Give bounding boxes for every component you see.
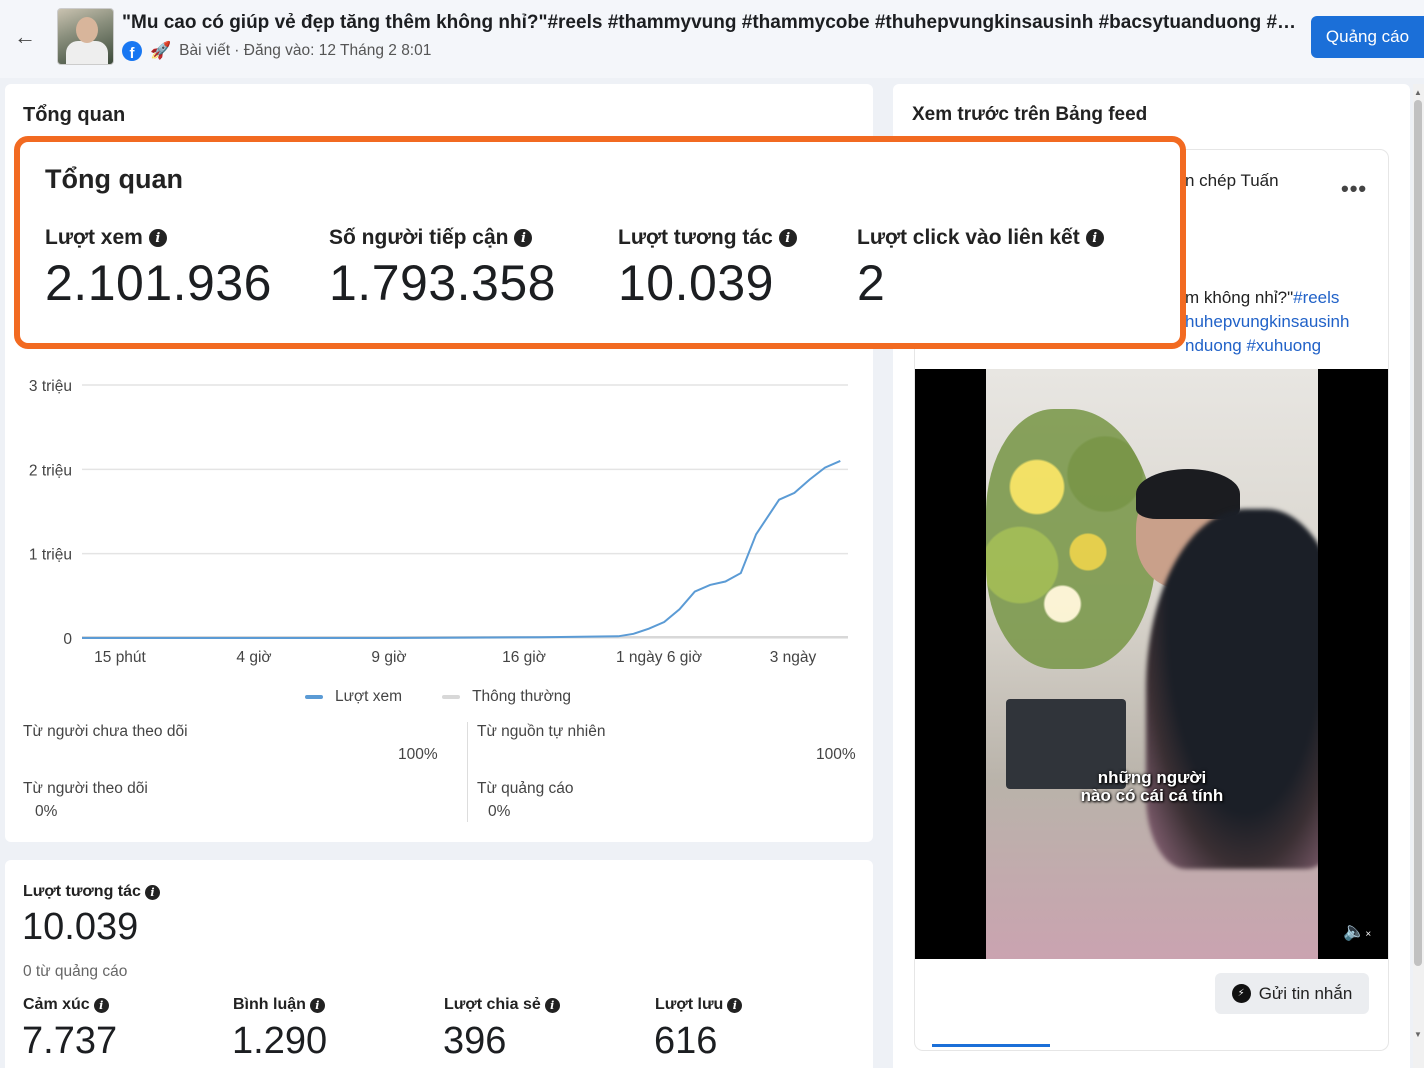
shares-label-text: Lượt chia sẻ xyxy=(444,996,541,1013)
engagement-title: Lượt tương tác i xyxy=(23,883,160,901)
caption-text: m không nhỉ?" xyxy=(1185,288,1294,307)
ads-label: Từ quảng cáo xyxy=(477,780,574,797)
video-frame: những người nào có cái cá tính xyxy=(986,369,1318,959)
legend-typical[interactable]: Thông thường xyxy=(442,688,571,706)
chart-legend: Lượt xem Thông thường xyxy=(305,688,571,706)
scroll-thumb[interactable] xyxy=(1414,100,1422,966)
metric-views-value: 2.101.936 xyxy=(45,255,272,311)
info-icon[interactable]: i xyxy=(148,229,167,247)
comments-label-text: Bình luận xyxy=(233,996,306,1013)
metric-link-clicks: Lượt click vào liên kết i 2 xyxy=(857,226,1104,312)
info-icon[interactable]: i xyxy=(93,997,109,1013)
x-tick-label: 16 giờ xyxy=(502,649,546,666)
organic-label: Từ nguồn tự nhiên xyxy=(477,723,606,740)
info-icon[interactable]: i xyxy=(544,997,560,1013)
info-icon[interactable]: i xyxy=(514,229,533,247)
metric-engagement-value: 10.039 xyxy=(618,255,774,311)
reactions-label-text: Cảm xúc xyxy=(23,996,90,1013)
ads-pct: 0% xyxy=(488,803,511,820)
y-tick-label: 1 triệu xyxy=(29,547,72,564)
metric-link-clicks-label: Lượt click vào liên kết i xyxy=(857,226,1104,250)
video-subtitle-line: nào có cái cá tính xyxy=(1080,786,1224,805)
metric-link-clicks-label-text: Lượt click vào liên kết xyxy=(857,226,1080,249)
x-tick-label: 15 phút xyxy=(94,649,146,666)
x-tick-label: 4 giờ xyxy=(236,649,271,666)
engagement-total: 10.039 xyxy=(22,906,139,948)
legend-views-label: Lượt xem xyxy=(335,688,403,705)
x-tick-label: 9 giờ xyxy=(371,649,406,666)
reactions-label: Cảm xúc i xyxy=(23,996,109,1014)
metric-reach-label: Số người tiếp cận i xyxy=(329,226,556,250)
split-divider xyxy=(467,722,468,822)
caption-hashtag[interactable]: nduong #xuhuong xyxy=(1185,334,1349,358)
info-icon[interactable]: i xyxy=(309,997,325,1013)
mute-icon[interactable]: 🔈× xyxy=(1343,921,1371,942)
legend-views-swatch xyxy=(305,695,323,699)
info-icon[interactable]: i xyxy=(144,884,160,900)
y-tick-label: 2 triệu xyxy=(29,462,72,479)
legend-typical-swatch xyxy=(442,695,461,699)
followers-label: Từ người theo dõi xyxy=(23,780,148,797)
organic-pct: 100% xyxy=(816,746,856,763)
reactions-value: 7.737 xyxy=(22,1020,118,1062)
info-icon[interactable]: i xyxy=(1085,229,1104,247)
metric-reach-value: 1.793.358 xyxy=(329,255,556,311)
saves-label: Lượt lưu i xyxy=(655,996,743,1014)
metric-engagement: Lượt tương tác i 10.039 xyxy=(618,226,797,312)
engagement-ads-sub: 0 từ quảng cáo xyxy=(23,963,128,980)
send-message-label: Gửi tin nhắn xyxy=(1258,983,1353,1003)
info-icon[interactable]: i xyxy=(778,229,797,247)
preview-caption: m không nhỉ?"#reels huhepvungkinsausinh … xyxy=(1185,286,1349,358)
metric-views-label: Lượt xem i xyxy=(45,226,272,250)
engagement-title-text: Lượt tương tác xyxy=(23,883,141,900)
shares-label: Lượt chia sẻ i xyxy=(444,996,560,1014)
metric-views: Lượt xem i 2.101.936 xyxy=(45,226,272,312)
followers-pct: 0% xyxy=(35,803,58,820)
caption-hashtag[interactable]: huhepvungkinsausinh xyxy=(1185,310,1349,334)
legend-views[interactable]: Lượt xem xyxy=(305,688,402,706)
info-icon[interactable]: i xyxy=(727,997,743,1013)
preview-video[interactable]: những người nào có cái cá tính 🔈× xyxy=(915,369,1388,959)
scroll-down-arrow-icon[interactable]: ▼ xyxy=(1414,1030,1422,1039)
metric-engagement-label-text: Lượt tương tác xyxy=(618,226,773,249)
views-series-line xyxy=(82,459,841,639)
preview-author-name[interactable]: n chép Tuấn xyxy=(1185,171,1279,191)
saves-label-text: Lượt lưu xyxy=(655,996,724,1013)
y-tick-label: 0 xyxy=(63,631,72,648)
saves-value: 616 xyxy=(654,1020,718,1062)
messenger-icon: ⚡ xyxy=(1231,984,1251,1003)
preview-tab-indicator xyxy=(932,1044,1050,1047)
video-subtitle-line: những người xyxy=(1097,768,1207,787)
send-message-button[interactable]: ⚡ Gửi tin nhắn xyxy=(1215,973,1369,1014)
metric-reach-label-text: Số người tiếp cận xyxy=(329,226,509,249)
comments-value: 1.290 xyxy=(232,1020,328,1062)
non-followers-label: Từ người chưa theo dõi xyxy=(23,723,188,740)
more-options-icon[interactable]: ••• xyxy=(1341,176,1367,202)
metric-link-clicks-value: 2 xyxy=(857,255,886,311)
highlight-title: Tổng quan xyxy=(45,164,183,194)
non-followers-pct: 100% xyxy=(398,746,438,763)
caption-hashtag[interactable]: #reels xyxy=(1293,288,1339,307)
y-tick-label: 3 triệu xyxy=(29,378,72,395)
scroll-up-arrow-icon[interactable]: ▲ xyxy=(1414,88,1422,97)
legend-typical-label: Thông thường xyxy=(472,688,572,705)
metric-engagement-label: Lượt tương tác i xyxy=(618,226,797,250)
feed-preview-title: Xem trước trên Bảng feed xyxy=(912,104,1148,125)
x-tick-label: 3 ngày xyxy=(770,649,817,666)
metric-views-label-text: Lượt xem xyxy=(45,226,143,249)
comments-label: Bình luận i xyxy=(233,996,325,1014)
video-subtitle: những người nào có cái cá tính xyxy=(986,769,1318,805)
shares-value: 396 xyxy=(443,1020,507,1062)
x-tick-label: 1 ngày 6 giờ xyxy=(616,649,702,666)
boost-ad-button[interactable]: Quảng cáo xyxy=(1311,16,1424,58)
metric-reach: Số người tiếp cận i 1.793.358 xyxy=(329,226,556,312)
overview-highlight-box: Tổng quan Lượt xem i 2.101.936 Số người … xyxy=(14,136,1186,349)
